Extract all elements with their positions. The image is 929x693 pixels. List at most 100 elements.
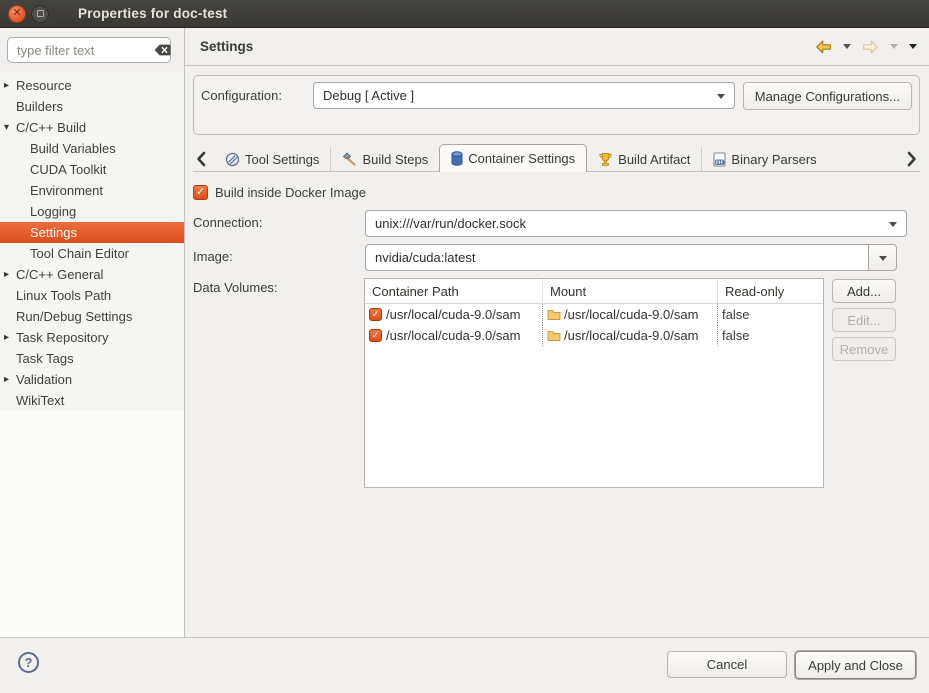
sidebar-item-label: Environment	[30, 183, 103, 198]
build-inside-docker-checkbox[interactable]: ✓	[193, 185, 208, 200]
sidebar-item-cpp-general[interactable]: ▸C/C++ General	[0, 264, 184, 285]
sidebar-item-tool-chain-editor[interactable]: Tool Chain Editor	[0, 243, 184, 264]
forward-history-dropdown-icon[interactable]	[890, 44, 898, 53]
sidebar-item-environment[interactable]: Environment	[0, 180, 184, 201]
sidebar-item-label: Task Tags	[16, 351, 74, 366]
data-volumes-label: Data Volumes:	[193, 280, 278, 295]
connection-value: unix:///var/run/docker.sock	[375, 216, 881, 231]
close-icon[interactable]: ✕	[8, 5, 26, 23]
tab-label: Build Artifact	[618, 152, 690, 167]
sidebar-item-resource[interactable]: ▸Resource	[0, 75, 184, 96]
image-combobox[interactable]: nvidia/cuda:latest	[365, 244, 869, 271]
sidebar-item-label: Builders	[16, 99, 63, 114]
sidebar-item-validation[interactable]: ▸Validation	[0, 369, 184, 390]
clear-filter-icon[interactable]	[154, 44, 171, 56]
forward-arrow-icon[interactable]	[862, 40, 879, 54]
tab-label: Tool Settings	[245, 152, 319, 167]
table-row[interactable]: ✓ /usr/local/cuda-9.0/sam /usr/local/cud…	[365, 304, 823, 325]
remove-button: Remove	[832, 337, 896, 361]
volume-checkbox[interactable]: ✓	[369, 308, 382, 321]
sidebar-item-linux-tools-path[interactable]: Linux Tools Path	[0, 285, 184, 306]
mount-cell: /usr/local/cuda-9.0/sam	[564, 307, 698, 322]
connection-combobox[interactable]: unix:///var/run/docker.sock	[365, 210, 907, 237]
column-header-container-path[interactable]: Container Path	[365, 279, 543, 303]
sidebar-item-task-repository[interactable]: ▸Task Repository	[0, 327, 184, 348]
read-only-cell: false	[722, 328, 749, 343]
tab-build-steps[interactable]: Build Steps	[330, 147, 439, 171]
dialog-footer: ? Cancel Apply and Close	[0, 637, 929, 693]
tab-bar: Tool Settings Build Steps Container Sett…	[193, 144, 920, 172]
back-arrow-icon[interactable]	[815, 40, 832, 54]
sidebar: ▸Resource Builders ▾C/C++ Build Build Va…	[0, 28, 185, 637]
filter-input[interactable]	[7, 37, 171, 63]
container-path-cell: /usr/local/cuda-9.0/sam	[386, 307, 520, 322]
expand-collapsed-icon[interactable]: ▸	[4, 264, 14, 285]
filter-area	[0, 28, 184, 72]
properties-dialog-window: ✕ Properties for doc-test ▸Resource Buil…	[0, 0, 929, 693]
tool-settings-icon	[225, 152, 240, 167]
edit-button: Edit...	[832, 308, 896, 332]
maximize-icon[interactable]	[31, 5, 49, 23]
tab-label: Binary Parsers	[731, 152, 816, 167]
mount-cell: /usr/local/cuda-9.0/sam	[564, 328, 698, 343]
help-icon[interactable]: ?	[18, 652, 39, 673]
volume-checkbox[interactable]: ✓	[369, 329, 382, 342]
expand-collapsed-icon[interactable]: ▸	[4, 75, 14, 96]
image-dropdown-button[interactable]	[868, 244, 897, 271]
apply-and-close-button[interactable]: Apply and Close	[795, 651, 916, 679]
back-history-dropdown-icon[interactable]	[843, 44, 851, 53]
container-path-cell: /usr/local/cuda-9.0/sam	[386, 328, 520, 343]
read-only-cell: false	[722, 307, 749, 322]
column-header-read-only[interactable]: Read-only	[718, 279, 823, 303]
tab-binary-parsers[interactable]: 010 Binary Parsers	[701, 147, 827, 171]
column-header-mount[interactable]: Mount	[543, 279, 718, 303]
sidebar-item-builders[interactable]: Builders	[0, 96, 184, 117]
connection-label: Connection:	[193, 215, 262, 230]
sidebar-item-label: CUDA Toolkit	[30, 162, 106, 177]
expand-collapsed-icon[interactable]: ▸	[4, 369, 14, 390]
main-header: Settings	[185, 28, 929, 66]
chevron-down-icon	[889, 222, 897, 231]
sidebar-item-label: Build Variables	[30, 141, 116, 156]
sidebar-item-wikitext[interactable]: WikiText	[0, 390, 184, 411]
expand-expanded-icon[interactable]: ▾	[4, 117, 14, 138]
folder-icon	[547, 309, 561, 320]
sidebar-item-cpp-build[interactable]: ▾C/C++ Build	[0, 117, 184, 138]
sidebar-item-run-debug-settings[interactable]: Run/Debug Settings	[0, 306, 184, 327]
tab-label: Container Settings	[468, 151, 575, 166]
sidebar-item-task-tags[interactable]: Task Tags	[0, 348, 184, 369]
titlebar: ✕ Properties for doc-test	[0, 0, 929, 28]
volume-action-buttons: Add... Edit... Remove	[832, 279, 896, 361]
sidebar-item-label: Run/Debug Settings	[16, 309, 132, 324]
sidebar-item-label: C/C++ Build	[16, 120, 86, 135]
cancel-button[interactable]: Cancel	[667, 651, 787, 678]
scroll-tabs-right-icon[interactable]	[904, 147, 920, 171]
page-title: Settings	[185, 39, 253, 54]
tab-build-artifact[interactable]: Build Artifact	[587, 147, 701, 171]
folder-icon	[547, 330, 561, 341]
tab-container-settings[interactable]: Container Settings	[439, 144, 587, 172]
build-artifact-icon	[598, 152, 613, 167]
sidebar-item-settings[interactable]: Settings	[0, 222, 184, 243]
chevron-down-icon	[879, 256, 887, 265]
scroll-tabs-left-icon[interactable]	[193, 147, 209, 171]
data-volumes-table[interactable]: Container Path Mount Read-only ✓ /usr/lo…	[364, 278, 824, 488]
configuration-group: Configuration: Debug [ Active ] Manage C…	[193, 75, 920, 135]
manage-configurations-button[interactable]: Manage Configurations...	[743, 82, 912, 110]
main-panel: Settings Configuration: Debug [ Active ]…	[185, 28, 929, 637]
image-label: Image:	[193, 249, 233, 264]
table-row[interactable]: ✓ /usr/local/cuda-9.0/sam /usr/local/cud…	[365, 325, 823, 346]
sidebar-item-label: Logging	[30, 204, 76, 219]
binary-parsers-icon: 010	[713, 152, 726, 167]
configuration-label: Configuration:	[201, 82, 313, 110]
sidebar-item-label: Validation	[16, 372, 72, 387]
expand-collapsed-icon[interactable]: ▸	[4, 327, 14, 348]
view-menu-icon[interactable]	[909, 44, 917, 53]
sidebar-item-logging[interactable]: Logging	[0, 201, 184, 222]
sidebar-item-label: C/C++ General	[16, 267, 103, 282]
tab-tool-settings[interactable]: Tool Settings	[214, 147, 330, 171]
configuration-combobox[interactable]: Debug [ Active ]	[313, 82, 735, 109]
add-button[interactable]: Add...	[832, 279, 896, 303]
sidebar-item-cuda-toolkit[interactable]: CUDA Toolkit	[0, 159, 184, 180]
sidebar-item-build-variables[interactable]: Build Variables	[0, 138, 184, 159]
